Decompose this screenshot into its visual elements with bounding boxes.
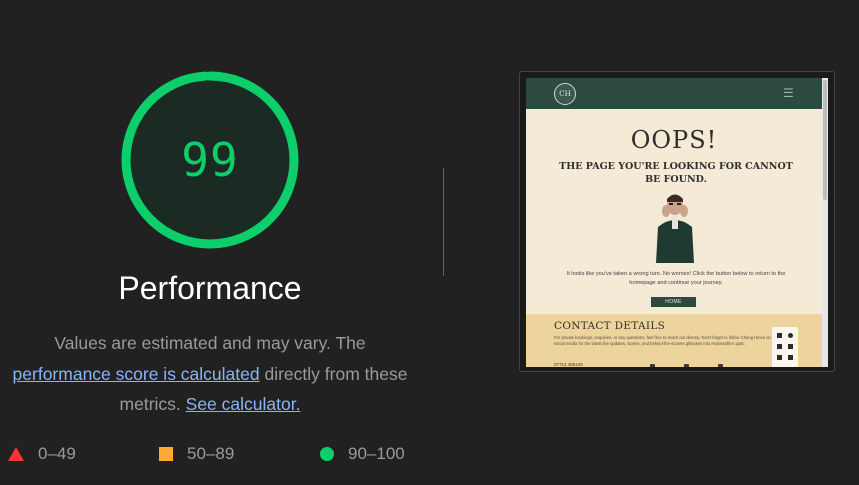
final-screenshot-frame[interactable]: CH ☰ OOPS! THE PAGE YOU'RE LOOKING FOR C… [519,71,835,372]
performance-gauge: 99 [118,68,302,252]
performance-score: 99 [181,133,239,187]
vertical-divider [443,168,444,276]
legend-item-pass: 90–100 [320,444,405,464]
error-lead-text: It looks like you've taken a wrong turn.… [566,271,786,286]
contact-phone: 07713 485105 [554,362,583,367]
shocked-person-image [656,194,694,263]
social-icon [684,364,689,367]
legend-range-fail: 0–49 [38,444,76,463]
legend-item-average: 50–89 [159,444,234,464]
music-icon [777,344,782,349]
description-text-before: Values are estimated and may vary. The [54,333,366,353]
error-heading: OOPS! [630,126,718,154]
category-title: Performance [118,270,302,306]
chat-icon [788,355,793,360]
performance-score-link[interactable]: performance score is calculated [13,364,260,384]
home-icon [777,333,782,338]
contact-text: For private bookings, enquiries, or any … [554,335,771,347]
circle-icon [320,447,334,461]
site-logo: CH [554,83,576,105]
image-icon [788,344,793,349]
contact-title: CONTACT DETAILS [554,320,666,332]
social-icon [718,364,723,367]
error-subheading: THE PAGE YOU'RE LOOKING FOR CANNOT BE FO… [559,161,793,185]
legend-range-average: 50–89 [187,444,235,463]
site-header: CH ☰ [526,78,822,109]
home-button: HOME [651,297,696,307]
hamburger-icon: ☰ [783,86,794,100]
quick-links-box [772,327,798,367]
score-description: Values are estimated and may vary. The p… [0,328,420,420]
square-icon [159,447,173,461]
final-screenshot: CH ☰ OOPS! THE PAGE YOU'RE LOOKING FOR C… [526,78,828,367]
social-icon [650,364,655,367]
triangle-icon [8,447,24,461]
screenshot-scrollbar [822,78,828,367]
contact-section: CONTACT DETAILS For private bookings, en… [526,314,822,367]
score-legend: 0–49 50–89 90–100 [0,444,440,468]
info-icon [788,333,793,338]
legend-range-pass: 90–100 [348,444,405,463]
legend-item-fail: 0–49 [8,444,76,464]
star-icon [777,355,782,360]
scrollbar-thumb [823,80,827,200]
see-calculator-link[interactable]: See calculator. [186,394,301,414]
